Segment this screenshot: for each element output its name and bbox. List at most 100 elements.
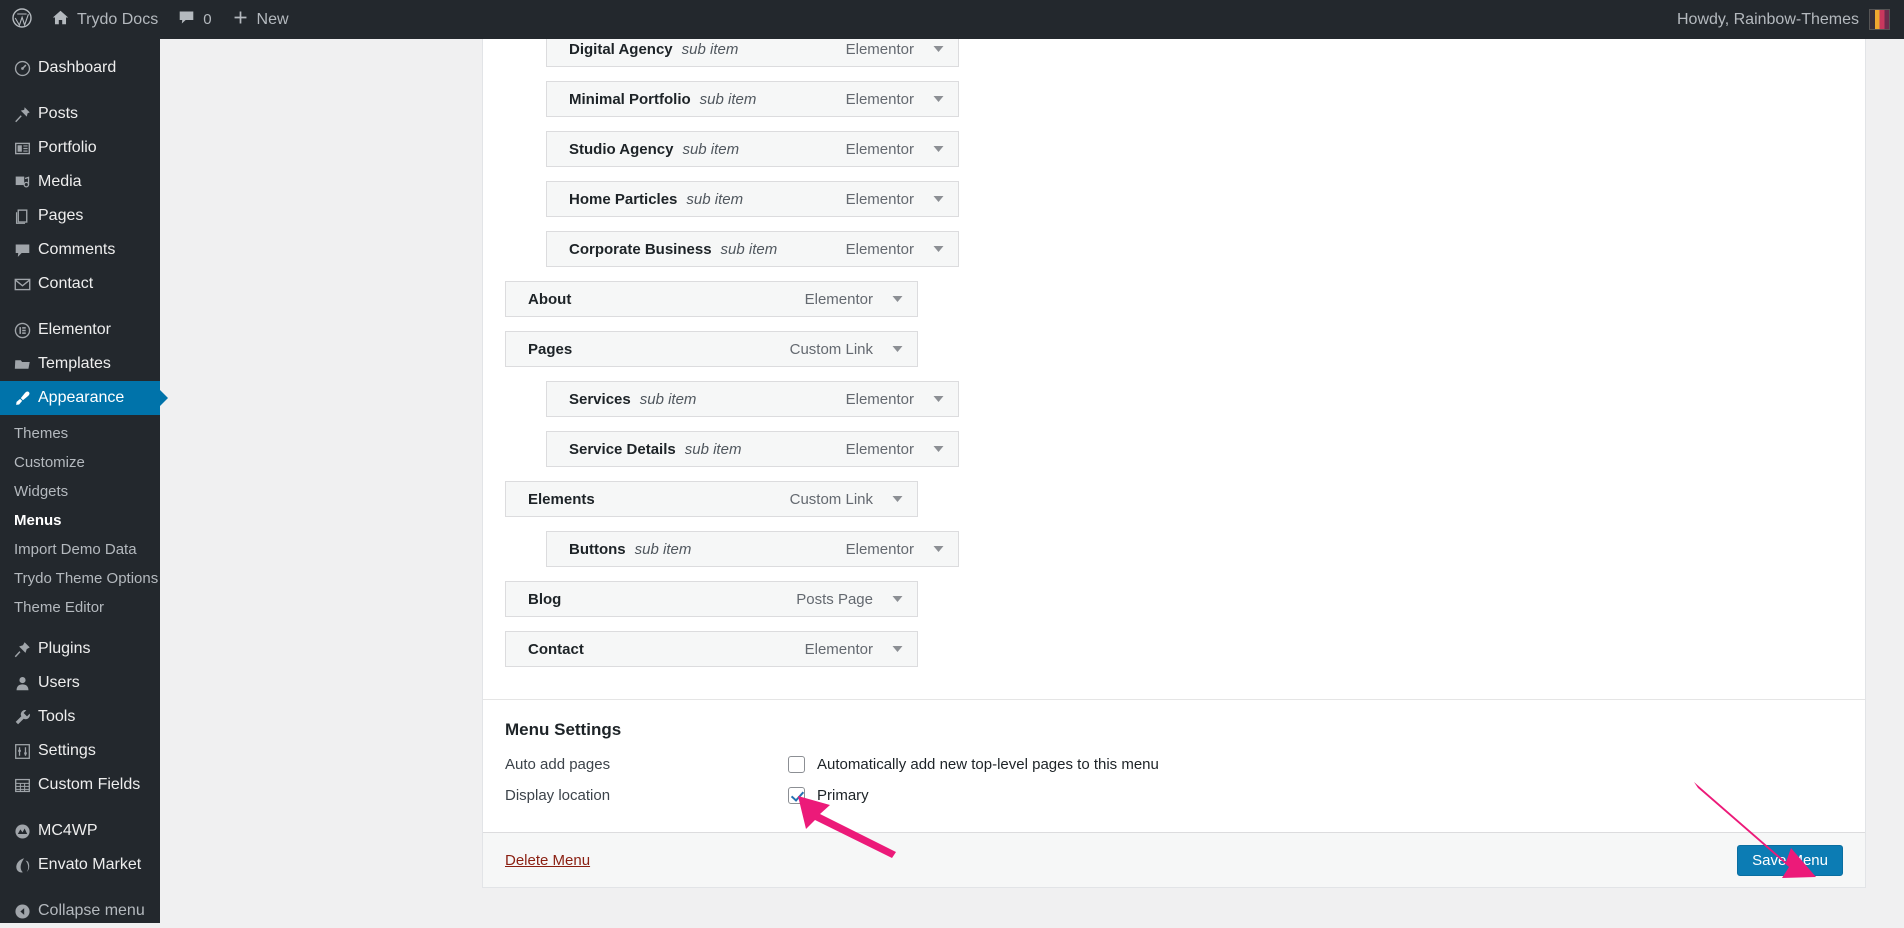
menu-item-type: Elementor (845, 140, 914, 158)
sidebar-item-tools[interactable]: Tools (0, 700, 160, 734)
submenu-item-theme-editor[interactable]: Theme Editor (0, 593, 160, 622)
save-menu-button[interactable]: Save Menu (1737, 844, 1843, 876)
main-content-area: Digital Agency sub item Elementor Minimal P… (160, 31, 1904, 923)
sidebar-item-media[interactable]: Media (0, 165, 160, 199)
comment-icon (178, 9, 195, 30)
sidebar-item-label: Settings (38, 742, 96, 759)
sidebar-item-settings[interactable]: Settings (0, 734, 160, 768)
menu-item-row[interactable]: Contact Elementor (505, 631, 918, 667)
menu-item-row[interactable]: Services sub item Elementor (546, 381, 959, 417)
chevron-down-icon[interactable] (930, 395, 958, 403)
chevron-down-icon[interactable] (889, 345, 917, 353)
collapse-arrow-icon (14, 903, 38, 920)
site-name-menu[interactable]: Trydo Docs (42, 0, 168, 39)
delete-menu-link[interactable]: Delete Menu (505, 852, 590, 869)
portfolio-icon (14, 140, 38, 157)
sidebar-item-custom-fields[interactable]: Custom Fields (0, 768, 160, 802)
sidebar-item-label: Custom Fields (38, 776, 141, 793)
menu-item-type: Custom Link (789, 490, 873, 508)
primary-location-text[interactable]: Primary (817, 787, 869, 804)
sidebar-item-appearance[interactable]: Appearance (0, 381, 168, 415)
sidebar-item-portfolio[interactable]: Portfolio (0, 131, 160, 165)
elementor-icon (14, 322, 38, 339)
sidebar-item-elementor[interactable]: Elementor (0, 313, 160, 347)
submenu-item-customize[interactable]: Customize (0, 448, 160, 477)
chevron-down-icon[interactable] (930, 45, 958, 53)
sidebar-upper-group: Dashboard Posts Portfolio Media Pages Comment… (0, 51, 168, 415)
avatar[interactable] (1869, 9, 1890, 30)
sidebar-item-comments[interactable]: Comments (0, 233, 160, 267)
new-content-menu[interactable]: New (222, 0, 299, 39)
submenu-item-import-demo-data[interactable]: Import Demo Data (0, 535, 160, 564)
user-icon (14, 675, 38, 692)
menu-item-row[interactable]: Elements Custom Link (505, 481, 918, 517)
submenu-item-themes[interactable]: Themes (0, 419, 160, 448)
sidebar-item-envato-market[interactable]: Envato Market (0, 848, 160, 882)
chevron-down-icon[interactable] (930, 445, 958, 453)
menu-item-title: Home Particles (569, 190, 678, 208)
sidebar-item-plugins[interactable]: Plugins (0, 632, 160, 666)
menu-item-type: Elementor (845, 440, 914, 458)
chevron-down-icon[interactable] (930, 245, 958, 253)
menu-item-title: Service Details (569, 440, 676, 458)
auto-add-pages-checkbox[interactable] (788, 756, 805, 773)
chevron-down-icon[interactable] (930, 195, 958, 203)
sidebar-item-label: Dashboard (38, 59, 117, 76)
submenu-item-trydo-theme-options[interactable]: Trydo Theme Options (0, 564, 160, 593)
menu-item-title: Contact (528, 640, 584, 658)
sidebar-spacer-top (0, 39, 160, 51)
sidebar-item-dashboard[interactable]: Dashboard (0, 51, 160, 85)
sidebar-item-label: Users (38, 674, 80, 691)
sidebar-item-pages[interactable]: Pages (0, 199, 160, 233)
menu-item-row[interactable]: Minimal Portfolio sub item Elementor (546, 81, 959, 117)
menu-item-sub-label: sub item (682, 140, 740, 158)
menu-item-row[interactable]: Service Details sub item Elementor (546, 431, 959, 467)
admin-bar-right: Howdy, Rainbow-Themes (1677, 9, 1904, 30)
home-icon (52, 9, 69, 30)
pages-icon (14, 208, 38, 225)
submenu-item-widgets[interactable]: Widgets (0, 477, 160, 506)
plus-icon (232, 9, 249, 30)
site-name-label: Trydo Docs (77, 10, 159, 28)
dashboard-icon (14, 60, 38, 77)
chevron-down-icon[interactable] (930, 545, 958, 553)
chevron-down-icon[interactable] (889, 595, 917, 603)
auto-add-pages-text[interactable]: Automatically add new top-level pages to… (817, 756, 1159, 773)
chevron-down-icon[interactable] (930, 95, 958, 103)
primary-checkbox[interactable] (788, 787, 805, 804)
menu-editor-panel: Digital Agency sub item Elementor Minimal P… (482, 31, 1866, 888)
menu-item-row[interactable]: Pages Custom Link (505, 331, 918, 367)
menu-item-type: Elementor (845, 540, 914, 558)
menu-item-row[interactable]: Blog Posts Page (505, 581, 918, 617)
menu-item-row[interactable]: Buttons sub item Elementor (546, 531, 959, 567)
sidebar-item-contact[interactable]: Contact (0, 267, 160, 301)
chevron-down-icon[interactable] (889, 295, 917, 303)
sidebar-item-posts[interactable]: Posts (0, 97, 160, 131)
sidebar-item-users[interactable]: Users (0, 666, 160, 700)
wordpress-logo-menu[interactable] (0, 0, 42, 39)
menu-item-sub-label: sub item (681, 40, 739, 58)
menu-item-sub-label: sub item (720, 240, 778, 258)
sidebar-separator (0, 882, 160, 894)
sidebar-item-templates[interactable]: Templates (0, 347, 160, 381)
table-icon (14, 777, 38, 794)
comments-menu[interactable]: 0 (168, 0, 221, 39)
menu-item-row[interactable]: Corporate Business sub item Elementor (546, 231, 959, 267)
comments-count: 0 (203, 11, 212, 28)
menu-editor-footer: Delete Menu Save Menu (483, 832, 1865, 887)
chevron-down-icon[interactable] (889, 495, 917, 503)
sidebar-item-mc4wp[interactable]: MC4WP (0, 814, 160, 848)
sidebar-item-label: MC4WP (38, 822, 98, 839)
menu-item-row[interactable]: About Elementor (505, 281, 918, 317)
howdy-label[interactable]: Howdy, Rainbow-Themes (1677, 11, 1859, 29)
submenu-item-menus[interactable]: Menus (0, 506, 160, 535)
chevron-down-icon[interactable] (930, 145, 958, 153)
menu-item-row[interactable]: Home Particles sub item Elementor (546, 181, 959, 217)
menu-item-type: Elementor (804, 640, 873, 658)
new-label: New (256, 10, 289, 28)
sidebar-item-label: Contact (38, 275, 94, 292)
chevron-down-icon[interactable] (889, 645, 917, 653)
menu-item-row[interactable]: Studio Agency sub item Elementor (546, 131, 959, 167)
plug-icon (14, 641, 38, 658)
admin-sidebar: Dashboard Posts Portfolio Media Pages Comment… (0, 39, 168, 923)
